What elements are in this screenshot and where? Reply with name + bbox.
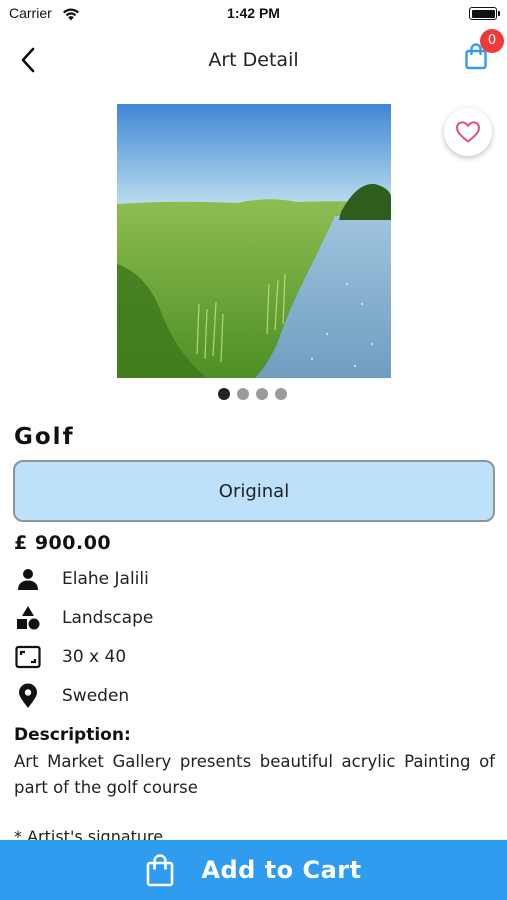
category-row: Landscape [14, 603, 414, 633]
carousel-indicator [218, 388, 287, 400]
description-text: Art Market Gallery presents beautiful ac… [14, 752, 495, 797]
carousel-dot[interactable] [237, 388, 249, 400]
artwork-price: £ 900.00 [14, 532, 112, 554]
location-label: Sweden [62, 686, 130, 706]
location-pin-icon [14, 682, 42, 710]
artwork-title: Golf [14, 424, 75, 450]
artwork-type-button[interactable]: Original [13, 460, 495, 522]
heart-icon [455, 121, 481, 143]
location-row: Sweden [14, 681, 414, 711]
favorite-button[interactable] [444, 108, 492, 156]
clock: 1:42 PM [227, 5, 280, 21]
cart-count-badge: 0 [480, 29, 504, 53]
size-label: 30 x 40 [62, 647, 127, 667]
page-title: Art Detail [208, 49, 299, 71]
person-icon [14, 565, 42, 593]
add-to-cart-button[interactable]: Add to Cart [0, 840, 507, 900]
artist-row[interactable]: Elahe Jalili [14, 564, 414, 594]
size-row: 30 x 40 [14, 642, 414, 672]
artwork-image[interactable] [117, 104, 391, 378]
add-to-cart-label: Add to Cart [201, 856, 362, 884]
carousel-dot[interactable] [275, 388, 287, 400]
status-bar: Carrier 1:42 PM [0, 0, 507, 28]
battery-icon [469, 7, 500, 20]
carousel-dot[interactable] [256, 388, 268, 400]
description-heading: Description: [14, 725, 131, 745]
shopping-bag-icon [147, 854, 174, 887]
carousel-dot[interactable] [218, 388, 230, 400]
nav-bar: Art Detail [0, 36, 507, 84]
aspect-ratio-icon [14, 643, 42, 671]
artist-name: Elahe Jalili [62, 569, 149, 589]
shapes-icon [14, 604, 42, 632]
category-label: Landscape [62, 608, 154, 628]
